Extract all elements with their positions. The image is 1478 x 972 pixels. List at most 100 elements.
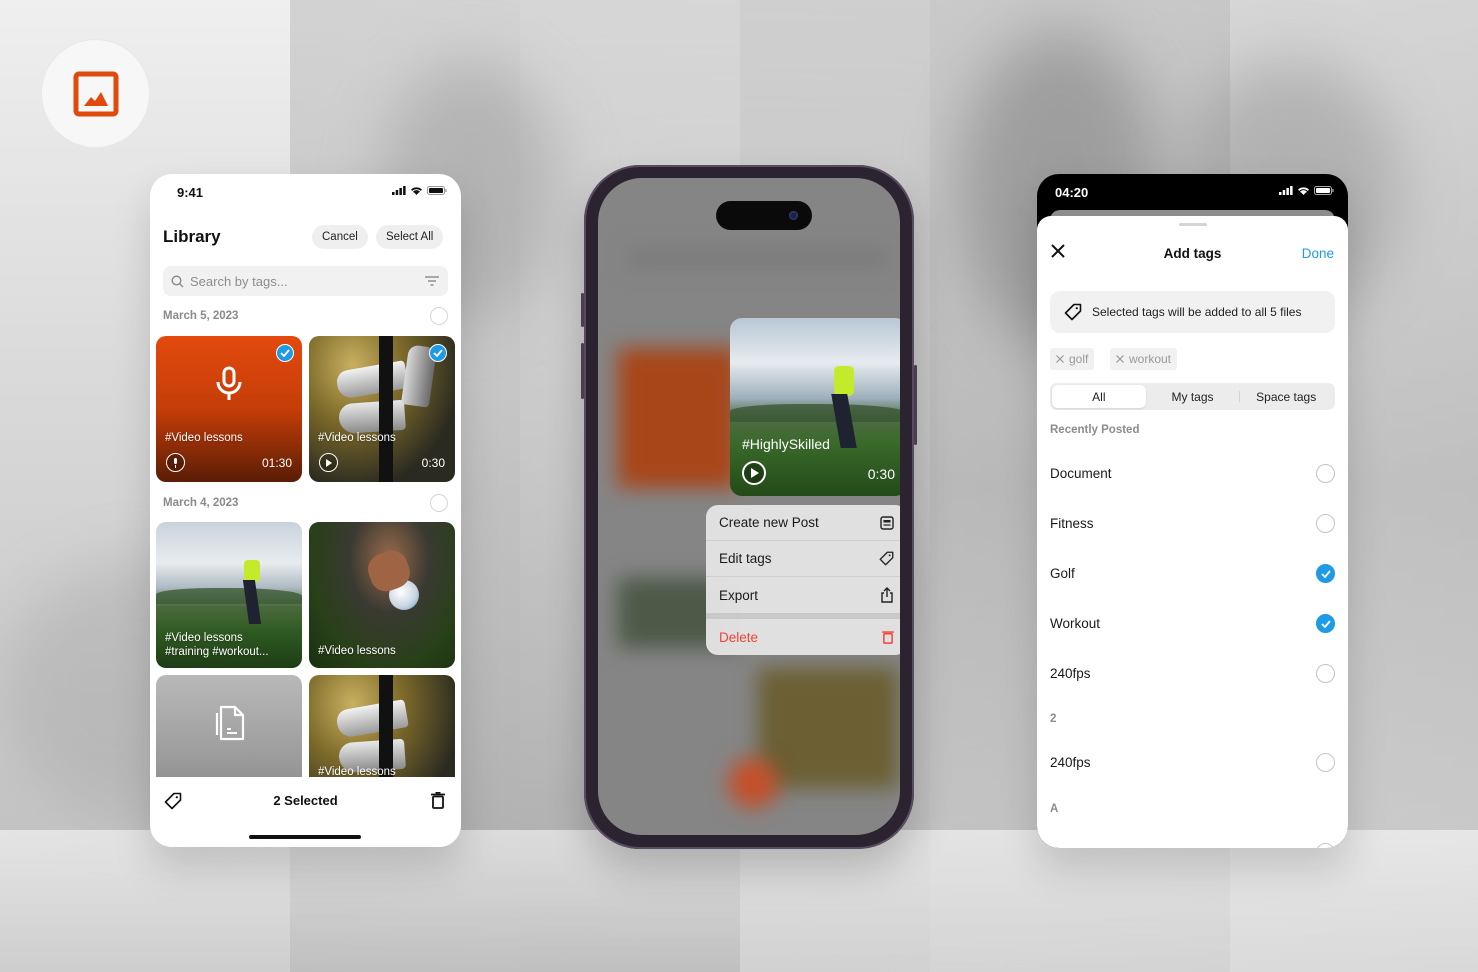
tag-icon (1064, 303, 1082, 321)
selected-check-icon[interactable] (276, 344, 294, 362)
tag-list-item[interactable]: Workout (1050, 614, 1335, 633)
cancel-button[interactable]: Cancel (312, 225, 368, 249)
trash-icon (882, 631, 894, 644)
tree-line-image (156, 588, 302, 604)
side-button (914, 365, 917, 445)
selection-toolbar: 2 Selected (150, 777, 461, 847)
checkbox-unchecked[interactable] (1316, 843, 1335, 848)
tag-chip[interactable]: golf (1050, 348, 1095, 370)
menu-item-edit-tags[interactable]: Edit tags (706, 541, 900, 577)
info-banner: Selected tags will be added to all 5 fil… (1050, 291, 1335, 333)
share-icon (881, 587, 893, 603)
microphone-small-icon (166, 453, 185, 472)
side-button (581, 343, 584, 399)
preview-duration: 0:30 (867, 466, 895, 482)
filter-icon[interactable] (424, 275, 440, 287)
camera-icon (789, 211, 798, 220)
tag-icon (879, 551, 894, 566)
golfer-image (834, 366, 854, 396)
tag-list-item[interactable]: 240fps (1050, 664, 1335, 683)
tag-chip[interactable]: workout (1110, 348, 1178, 370)
tile-tag: #Video lessons (318, 645, 396, 657)
search-input[interactable] (190, 273, 418, 289)
trash-icon[interactable] (431, 792, 445, 809)
checkbox-unchecked[interactable] (1316, 514, 1335, 533)
checkmark-icon (1320, 619, 1331, 628)
side-button (581, 293, 584, 327)
checkbox-unchecked[interactable] (1316, 464, 1335, 483)
post-icon (880, 515, 894, 530)
preview-tag: #HighlySkilled (742, 436, 830, 452)
golf-club-image (338, 399, 406, 435)
tag-list-item[interactable]: Golf (1050, 564, 1335, 583)
floor-reflection (0, 830, 1478, 972)
select-all-button[interactable]: Select All (376, 225, 444, 249)
blurred-tile (758, 668, 898, 788)
checkbox-checked[interactable] (1316, 614, 1335, 633)
home-indicator (249, 835, 361, 839)
golf-bag-image (379, 336, 393, 482)
golf-club-image (335, 699, 409, 739)
media-tile[interactable]: #Video lessons 01:30 (156, 336, 302, 482)
tag-list-item[interactable]: Fitness (1050, 514, 1335, 533)
blurred-library-background: #HighlySkilled 0:30 Create new Post Edit… (598, 178, 900, 835)
section-header: Recently Posted (1050, 424, 1140, 436)
tree-line-image (730, 404, 900, 422)
add-tags-screen: 04:20 Add tags Done Selected tags will b… (1037, 174, 1348, 848)
search-icon (171, 274, 184, 287)
checkbox-checked[interactable] (1316, 564, 1335, 583)
tag-list-item[interactable]: 240fps (1050, 753, 1335, 772)
tile-duration: 0:30 (421, 456, 445, 470)
menu-item-create-post[interactable]: Create new Post (706, 505, 900, 541)
select-group-radio[interactable] (430, 494, 448, 512)
selected-count: 2 Selected (273, 793, 338, 808)
add-tags-sheet: Add tags Done Selected tags will be adde… (1037, 216, 1348, 848)
checkmark-icon (1320, 569, 1331, 578)
microphone-icon (216, 366, 242, 400)
section-header: A (1050, 803, 1059, 815)
checkbox-unchecked[interactable] (1316, 664, 1335, 683)
tab-space-tags[interactable]: Space tags (1239, 385, 1333, 408)
golfer-image (244, 560, 260, 582)
battery-icon (1314, 186, 1334, 195)
tile-duration: 01:30 (261, 456, 292, 470)
selected-check-icon[interactable] (429, 344, 447, 362)
media-tile[interactable]: #Video lessons 0:30 (309, 336, 455, 482)
section-header: 2 (1050, 713, 1057, 725)
done-button[interactable]: Done (1302, 246, 1334, 261)
blurred-tile (618, 348, 738, 488)
select-group-radio[interactable] (430, 307, 448, 325)
tag-filter-segmented-control: All My tags Space tags (1050, 383, 1335, 410)
play-icon[interactable] (742, 461, 766, 485)
cellular-signal-icon (392, 186, 406, 195)
menu-item-delete[interactable]: Delete (706, 619, 900, 655)
play-icon[interactable] (319, 453, 338, 472)
menu-item-export[interactable]: Export (706, 577, 900, 613)
tile-tag: #Video lessons (165, 632, 243, 644)
context-menu-phone: #HighlySkilled 0:30 Create new Post Edit… (581, 165, 917, 849)
media-tile[interactable]: #Video lessons #training #workout... (156, 522, 302, 668)
checkbox-unchecked[interactable] (1316, 753, 1335, 772)
media-tile[interactable]: #Video lessons (309, 522, 455, 668)
search-bar[interactable] (163, 266, 448, 296)
wifi-icon (1298, 187, 1309, 195)
image-icon (73, 71, 118, 116)
tab-my-tags[interactable]: My tags (1146, 385, 1240, 408)
tile-tag-secondary: #training #workout... (165, 646, 269, 658)
context-menu: Create new Post Edit tags Export Delete (706, 505, 900, 655)
tile-tag: #Video lessons (165, 432, 243, 444)
tag-list-item[interactable]: Document (1050, 464, 1335, 483)
remove-chip-icon[interactable] (1116, 355, 1124, 363)
tab-all[interactable]: All (1052, 385, 1146, 408)
blurred-header (628, 248, 888, 268)
battery-icon (427, 186, 447, 195)
date-label: March 5, 2023 (163, 310, 239, 322)
document-icon (215, 705, 245, 741)
status-time: 04:20 (1055, 185, 1089, 200)
remove-chip-icon[interactable] (1056, 355, 1064, 363)
page-title: Library (163, 227, 221, 246)
media-preview[interactable]: #HighlySkilled 0:30 (730, 318, 900, 496)
tile-tag: #Video lessons (318, 432, 396, 444)
sheet-grabber[interactable] (1179, 223, 1207, 226)
status-bar: 9:41 (150, 174, 461, 210)
